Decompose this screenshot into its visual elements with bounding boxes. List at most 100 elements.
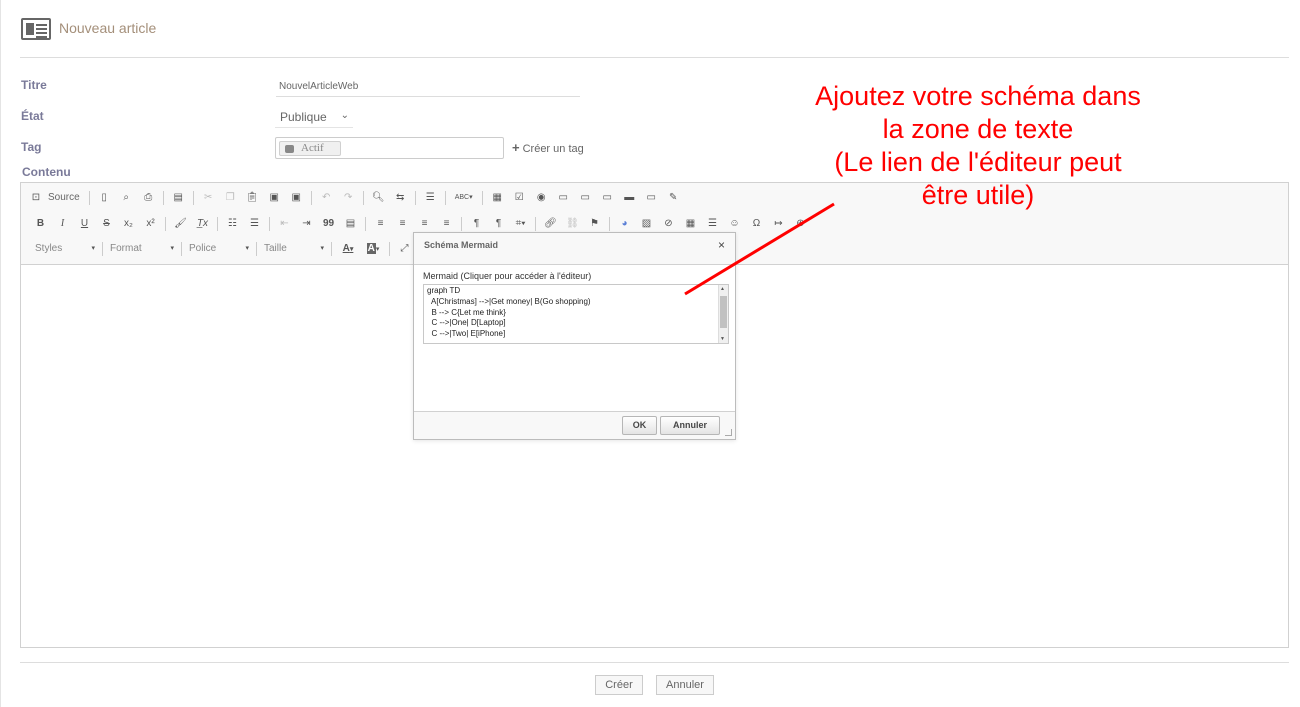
ltr-icon[interactable]: ¶: [467, 215, 486, 233]
align-right-icon[interactable]: ≡: [415, 215, 434, 233]
div-container-icon[interactable]: ▤: [341, 215, 360, 233]
toolbar-separator: [331, 242, 332, 256]
toolbar-row-3: Styles ▾ Format ▾ Police ▾ Taille ▾ A▾ A▾ ⤢: [33, 240, 414, 258]
maximize-icon[interactable]: ⤢: [395, 240, 414, 258]
ok-button[interactable]: OK: [622, 416, 657, 435]
spellcheck-icon[interactable]: ABC▾: [451, 189, 477, 207]
anchor-flag-icon[interactable]: ⚑: [585, 215, 604, 233]
justify-icon[interactable]: ≡: [437, 215, 456, 233]
strikethrough-icon[interactable]: S: [97, 215, 116, 233]
bg-color-icon[interactable]: A▾: [362, 240, 384, 258]
chevron-down-icon: ▾: [170, 245, 174, 252]
textarea-scrollbar[interactable]: ▲ ▼: [718, 285, 728, 343]
styles-combo[interactable]: Styles ▾: [33, 241, 97, 257]
header-divider: [20, 57, 1289, 58]
numbered-list-icon[interactable]: ☷: [223, 215, 242, 233]
toolbar-separator: [165, 217, 166, 231]
create-button[interactable]: Créer: [595, 675, 643, 695]
image-button-icon[interactable]: ▭: [642, 189, 661, 207]
checkbox-icon[interactable]: ☑: [510, 189, 529, 207]
remove-format-icon[interactable]: T̲x: [193, 215, 212, 233]
subscript-icon[interactable]: x₂: [119, 215, 138, 233]
chevron-down-icon: ▾: [245, 245, 249, 252]
preview-icon[interactable]: ⌕: [117, 189, 136, 207]
select-all-icon[interactable]: ☰: [421, 189, 440, 207]
cut-icon[interactable]: ✂: [199, 189, 218, 207]
redo-icon[interactable]: ↷: [339, 189, 358, 207]
italic-icon[interactable]: I: [53, 215, 72, 233]
table-icon[interactable]: ▦: [681, 215, 700, 233]
text-color-icon[interactable]: A▾: [337, 240, 359, 258]
rtl-icon[interactable]: ¶: [489, 215, 508, 233]
undo-icon[interactable]: ↶: [317, 189, 336, 207]
mermaid-editor-link[interactable]: Mermaid (Cliquer pour accéder à l'éditeu…: [423, 271, 591, 281]
horizontal-rule-icon[interactable]: ☰: [703, 215, 722, 233]
flash-icon[interactable]: ⊘: [659, 215, 678, 233]
toolbar-separator: [389, 242, 390, 256]
paste-icon[interactable]: 📋︎: [243, 189, 262, 207]
print-icon[interactable]: ⎙: [139, 189, 158, 207]
source-icon[interactable]: ⊡: [31, 189, 41, 207]
cancel-button[interactable]: Annuler: [656, 675, 714, 695]
superscript-icon[interactable]: x²: [141, 215, 160, 233]
mermaid-icon[interactable]: ◕: [615, 215, 634, 233]
iframe-globe-icon[interactable]: ⊕: [791, 215, 810, 233]
font-combo[interactable]: Police ▾: [187, 241, 251, 257]
unlink-icon[interactable]: ⛓: [563, 215, 582, 233]
mermaid-code-textarea[interactable]: graph TD A[Christmas] -->|Get money| B(G…: [423, 284, 729, 344]
special-char-icon[interactable]: Ω: [747, 215, 766, 233]
format-combo[interactable]: Format ▾: [108, 241, 176, 257]
bold-icon[interactable]: B: [31, 215, 50, 233]
close-icon[interactable]: ×: [718, 238, 725, 252]
paste-word-icon[interactable]: ▣: [287, 189, 306, 207]
copy-icon[interactable]: ❐: [221, 189, 240, 207]
align-left-icon[interactable]: ≡: [371, 215, 390, 233]
scroll-down-icon[interactable]: ▼: [720, 336, 725, 342]
outdent-icon[interactable]: ⇤: [275, 215, 294, 233]
create-tag-link[interactable]: + Créer un tag: [512, 140, 584, 155]
smiley-icon[interactable]: ☺: [725, 215, 744, 233]
state-select[interactable]: Publique ⌄: [275, 106, 353, 128]
scroll-up-icon[interactable]: ▲: [720, 286, 725, 292]
bulleted-list-icon[interactable]: ☰: [245, 215, 264, 233]
source-button[interactable]: Source: [44, 189, 84, 207]
form-icon[interactable]: ▦: [488, 189, 507, 207]
blockquote-icon[interactable]: 99: [319, 215, 338, 233]
radio-icon[interactable]: ◉: [532, 189, 551, 207]
tag-input[interactable]: Actif: [275, 137, 504, 159]
indent-icon[interactable]: ⇥: [297, 215, 316, 233]
chevron-down-icon: ▾: [349, 246, 354, 253]
paste-text-icon[interactable]: ▣: [265, 189, 284, 207]
bg-color-glyph: A: [366, 243, 376, 254]
spellcheck-label: ABC: [454, 194, 470, 201]
resize-grip-icon[interactable]: [725, 429, 732, 436]
toolbar-separator: [269, 217, 270, 231]
state-value: Publique: [280, 110, 327, 124]
select-field-icon[interactable]: ▭: [598, 189, 617, 207]
button-field-icon[interactable]: ▬: [620, 189, 639, 207]
textarea-icon[interactable]: ▭: [576, 189, 595, 207]
language-icon[interactable]: ⌗▾: [511, 215, 530, 233]
tag-chip[interactable]: Actif: [279, 141, 341, 156]
copy-format-icon[interactable]: 🖌︎: [171, 215, 190, 233]
scrollbar-thumb[interactable]: [720, 296, 727, 328]
new-page-icon[interactable]: ▯: [95, 189, 114, 207]
size-combo[interactable]: Taille ▾: [262, 241, 326, 257]
dialog-cancel-button[interactable]: Annuler: [660, 416, 720, 435]
find-icon[interactable]: 🔍︎: [369, 189, 388, 207]
toolbar-separator: [256, 242, 257, 256]
underline-icon[interactable]: U: [75, 215, 94, 233]
dialog-header[interactable]: Schéma Mermaid ×: [414, 233, 735, 265]
title-input[interactable]: [276, 76, 580, 97]
align-center-icon[interactable]: ≡: [393, 215, 412, 233]
chevron-down-icon: ⌄: [340, 110, 349, 121]
hidden-field-icon[interactable]: ✎: [664, 189, 683, 207]
image-icon[interactable]: ▨: [637, 215, 656, 233]
textfield-icon[interactable]: ▭: [554, 189, 573, 207]
page-break-icon[interactable]: ↦: [769, 215, 788, 233]
templates-icon[interactable]: ▤: [169, 189, 188, 207]
footer-divider: [20, 662, 1289, 663]
replace-icon[interactable]: ⇆: [391, 189, 410, 207]
link-icon[interactable]: 🔗︎: [541, 215, 560, 233]
format-combo-label: Format: [110, 243, 142, 254]
